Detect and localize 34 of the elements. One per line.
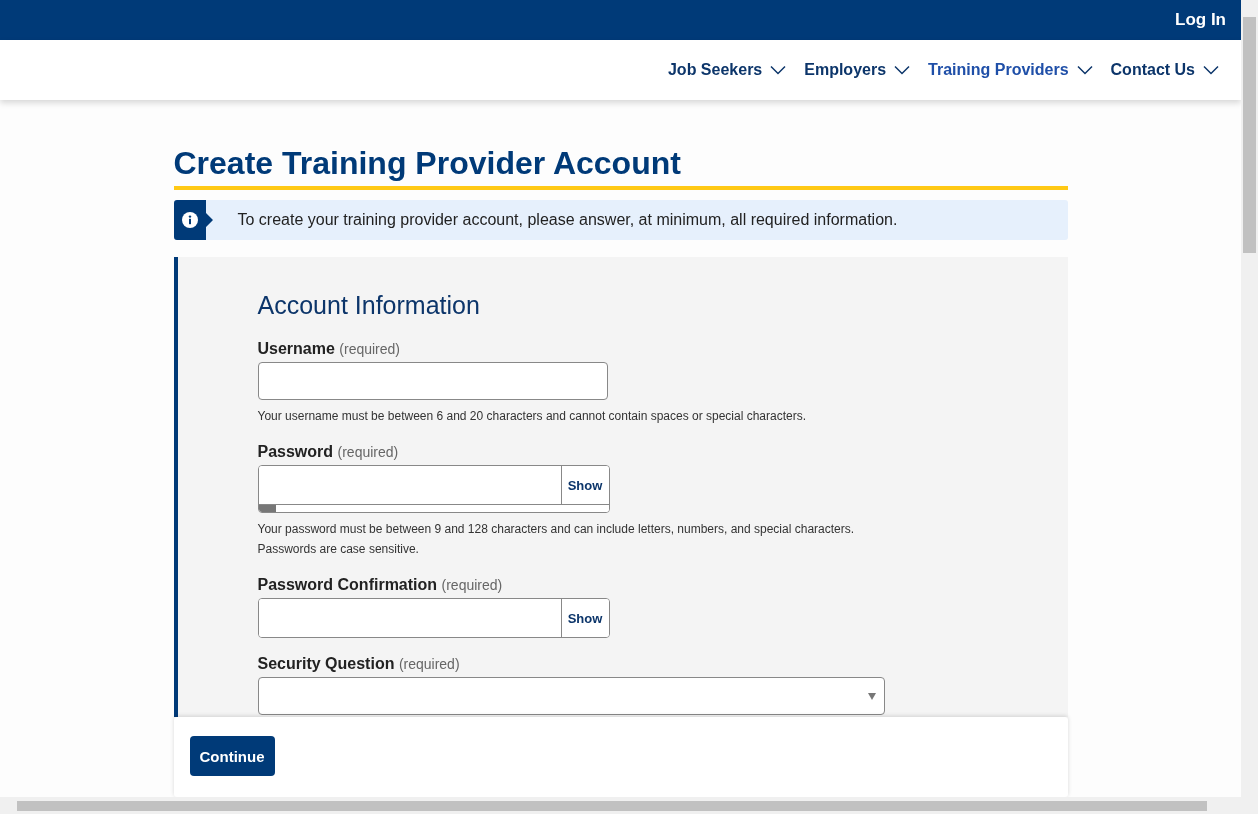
info-icon	[173, 200, 213, 240]
chevron-down-icon	[894, 65, 911, 75]
password-field[interactable]: Show	[257, 598, 610, 638]
password-field[interactable]: Show	[257, 465, 610, 513]
dropdown-caret-icon	[867, 692, 876, 700]
required-note: (required)	[339, 341, 401, 357]
help-text: Passwords are case sensitive.	[257, 541, 420, 558]
chevron-down-icon	[1076, 65, 1093, 75]
continue-button[interactable]: Continue	[189, 736, 275, 776]
help-text: Your username must be between 6 and 20 characters and cannot contain spaces or special characters.	[257, 408, 808, 425]
field-label: Username	[257, 340, 335, 357]
required-note: (required)	[337, 444, 399, 460]
help-text: Your password must be between 9 and 128 characters and can include letters, numbers, and special characters.	[257, 521, 856, 538]
field-label: Password Confirmation	[257, 576, 438, 593]
info-message: To create your training provider account, please answer, at minimum, all required information.	[237, 211, 898, 229]
field-label: Security Question	[257, 655, 395, 672]
section-heading: Account Information	[257, 291, 481, 320]
show-password-button[interactable]: Show	[560, 599, 609, 637]
nav-menu-item[interactable]: Employers	[804, 61, 911, 79]
nav-menu-item[interactable]: Job Seekers	[667, 61, 787, 79]
chevron-down-icon	[1203, 65, 1219, 75]
page-title: Create Training Provider Account	[173, 144, 1068, 190]
required-note: (required)	[441, 577, 503, 593]
security-question-dropdown[interactable]	[257, 677, 885, 715]
nav-menu-item[interactable]: Training Providers	[928, 61, 1093, 79]
show-password-button[interactable]: Show	[560, 466, 609, 504]
login-link[interactable]: Log In	[1175, 10, 1226, 30]
required-note: (required)	[398, 656, 460, 672]
field-label: Password	[257, 443, 334, 460]
username-input[interactable]	[257, 362, 608, 400]
vertical-scrollbar[interactable]	[1241, 0, 1258, 797]
nav-menu-item[interactable]: Contact Us	[1110, 61, 1219, 79]
horizontal-scrollbar[interactable]	[0, 797, 1258, 814]
chevron-down-icon	[770, 65, 787, 75]
